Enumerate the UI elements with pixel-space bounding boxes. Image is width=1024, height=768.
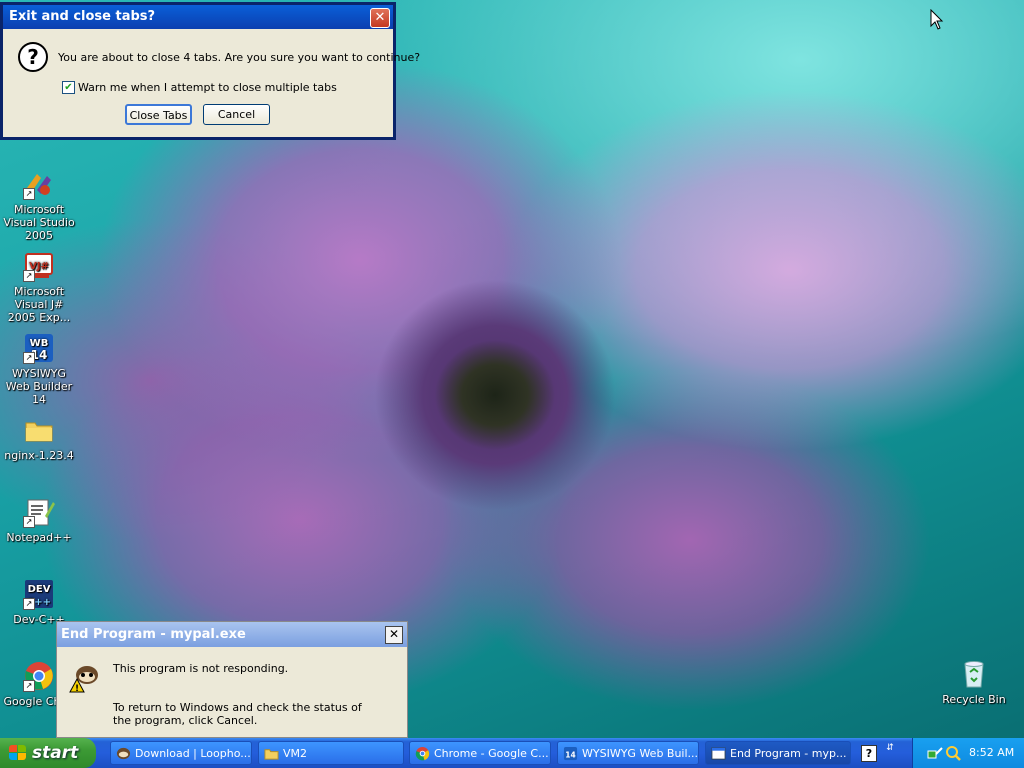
search-icon[interactable] [945, 745, 961, 761]
desktop-icon-label: WYSIWYG Web Builder 14 [5, 367, 73, 406]
taskbar-item-label: Download | Loopho... [135, 747, 251, 760]
window-icon [711, 747, 726, 760]
taskbar-item-vm2[interactable]: VM2 [258, 741, 404, 765]
help-icon[interactable]: ? [861, 745, 877, 762]
windows-flag-icon [9, 745, 27, 761]
network-icon[interactable] [927, 745, 943, 761]
taskbar-item-label: WYSIWYG Web Buil... [582, 747, 699, 760]
clock: 8:52 AM [969, 746, 1015, 759]
start-label: start [32, 743, 79, 763]
instruction-text: To return to Windows and check the statu… [113, 701, 362, 727]
mypal-icon [116, 747, 131, 760]
svg-text:14: 14 [565, 750, 575, 759]
desktop-icon-visual-jsharp[interactable]: VJ# ↗ Microsoft Visual J# 2005 Exp... [0, 250, 79, 324]
not-responding-text: This program is not responding. [113, 662, 289, 675]
dev-cpp-icon: DEV C++ ↗ [23, 578, 55, 610]
dialog-title: End Program - mypal.exe [61, 627, 246, 642]
chrome-icon [415, 746, 430, 761]
cancel-button[interactable]: Cancel [203, 104, 270, 125]
desktop-icon-label: nginx-1.23.4 [4, 449, 74, 462]
taskbar-item-label: End Program - myp... [730, 747, 847, 760]
desktop-icon-label: Recycle Bin [942, 693, 1006, 706]
dialog-titlebar: Exit and close tabs? ✕ [3, 5, 393, 29]
end-program-dialog: End Program - mypal.exe ✕ ! This program… [56, 621, 408, 738]
exit-close-tabs-dialog: Exit and close tabs? ✕ ? You are about t… [0, 2, 420, 140]
close-tabs-button[interactable]: Close Tabs [125, 104, 192, 125]
visual-studio-icon: ↗ [23, 168, 55, 200]
restore-arrows-icon[interactable]: ⇵ [884, 743, 896, 763]
taskbar-item-label: Chrome - Google C... [434, 747, 549, 760]
desktop-icon-nginx-folder[interactable]: nginx-1.23.4 [0, 414, 79, 462]
desktop-icon-label: Notepad++ [6, 531, 72, 544]
question-icon: ? [18, 42, 48, 72]
taskbar-item-end-program[interactable]: End Program - myp... [705, 741, 851, 765]
folder-icon [264, 749, 279, 760]
dialog-title: Exit and close tabs? [9, 9, 156, 24]
start-button[interactable]: start [0, 738, 96, 768]
warn-checkbox-label[interactable]: Warn me when I attempt to close multiple… [78, 81, 337, 94]
desktop-icon-devcpp[interactable]: DEV C++ ↗ Dev-C++ [0, 578, 79, 626]
taskbar-item-label: VM2 [283, 747, 308, 760]
svg-text:!: ! [75, 684, 79, 694]
wysiwyg-web-builder-icon: 14 [563, 746, 578, 761]
visual-jsharp-icon: VJ# ↗ [23, 250, 55, 282]
taskbar-item-chrome[interactable]: Chrome - Google C... [409, 741, 551, 765]
desktop-icon-wysiwyg[interactable]: WB 14 ↗ WYSIWYG Web Builder 14 [0, 332, 79, 406]
warn-checkbox[interactable]: ✔ [62, 81, 75, 94]
desktop-icon-label: Microsoft Visual Studio 2005 [3, 203, 75, 242]
desktop: ↗ Microsoft Visual Studio 2005 VJ# ↗ Mic… [0, 0, 1024, 738]
recycle-bin-icon [958, 658, 990, 690]
close-icon[interactable]: ✕ [385, 626, 403, 644]
wysiwyg-web-builder-icon: WB 14 ↗ [23, 332, 55, 364]
mouse-pointer-icon [930, 9, 944, 30]
desktop-icon-recycle-bin[interactable]: Recycle Bin [934, 658, 1014, 706]
notepad-plus-plus-icon: ↗ [23, 496, 55, 528]
desktop-icon-notepadpp[interactable]: ↗ Notepad++ [0, 496, 79, 544]
close-icon[interactable]: ✕ [370, 8, 390, 28]
chrome-icon: ↗ [23, 660, 55, 692]
taskbar: start Download | Loopho... VM2 Chrome - … [0, 738, 1024, 768]
desktop-icon-visual-studio[interactable]: ↗ Microsoft Visual Studio 2005 [0, 168, 79, 242]
desktop-icon-label: Microsoft Visual J# 2005 Exp... [7, 285, 71, 324]
taskbar-item-wysiwyg[interactable]: 14 WYSIWYG Web Buil... [557, 741, 699, 765]
mypal-warning-icon: ! [69, 666, 98, 694]
svg-text:?: ? [27, 45, 39, 69]
folder-icon [23, 414, 55, 446]
dialog-message: You are about to close 4 tabs. Are you s… [58, 51, 421, 64]
svg-text:DEV: DEV [28, 584, 51, 595]
taskbar-item-download[interactable]: Download | Loopho... [110, 741, 252, 765]
system-tray: 8:52 AM [912, 738, 1024, 768]
dialog-titlebar: End Program - mypal.exe ✕ [57, 622, 407, 647]
